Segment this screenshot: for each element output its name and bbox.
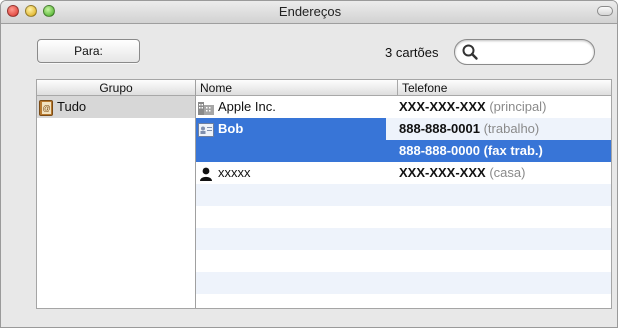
contact-name: Apple Inc.: [218, 99, 276, 114]
contact-phone-cell: XXX-XXX-XXX (casa): [399, 162, 525, 184]
contact-phone-cell: XXX-XXX-XXX (principal): [399, 96, 546, 118]
table-row-empty: [196, 206, 611, 228]
group-item-all[interactable]: @ Tudo: [37, 96, 195, 118]
address-book-window: Endereços Para: 3 cartões Grupo Nome Tel…: [0, 0, 618, 328]
table-row-empty: [196, 184, 611, 206]
phone-label: (principal): [489, 99, 547, 114]
column-header-name[interactable]: Nome: [196, 80, 398, 96]
table-row-empty: [196, 272, 611, 294]
building-icon: [198, 101, 214, 115]
phone-number: 888-888-0000: [399, 143, 480, 158]
contact-name-cell: xxxxx: [198, 162, 388, 184]
toolbar-toggle-icon[interactable]: [597, 6, 613, 16]
contact-name: xxxxx: [218, 165, 251, 180]
phone-label: (casa): [489, 165, 526, 180]
contacts-panel: Grupo Nome Telefone @ Tudo Apple Inc. XX…: [36, 79, 612, 309]
contact-card-icon: [198, 122, 214, 137]
table-row[interactable]: Apple Inc. XXX-XXX-XXX (principal): [196, 96, 611, 118]
search-icon: [462, 44, 478, 60]
group-list: @ Tudo: [37, 96, 195, 308]
to-button[interactable]: Para:: [37, 39, 140, 63]
contact-name-cell: Apple Inc.: [198, 96, 388, 118]
person-icon: [200, 167, 212, 181]
svg-text:@: @: [42, 104, 50, 113]
table-row-empty: [196, 294, 611, 308]
phone-number: 888-888-0001: [399, 121, 480, 136]
phone-number: XXX-XXX-XXX: [399, 165, 486, 180]
phone-label: (trabalho): [483, 121, 540, 136]
window-title: Endereços: [278, 4, 342, 19]
card-count: 3 cartões: [385, 45, 439, 60]
contact-name: Bob: [218, 121, 244, 136]
address-book-icon: @: [39, 99, 53, 116]
contact-phone-cell: 888-888-0001 (trabalho): [399, 118, 539, 140]
table-row[interactable]: xxxxx XXX-XXX-XXX (casa): [196, 162, 611, 184]
title-bar[interactable]: Endereços: [1, 1, 617, 24]
group-label: Tudo: [57, 99, 87, 114]
phone-label: (fax trab.): [483, 143, 543, 158]
table-row-selected[interactable]: Bob 888-888-0001 (trabalho): [196, 118, 611, 140]
table-row-selected-phone[interactable]: 888-888-0000 (fax trab.): [196, 140, 611, 162]
phone-number: XXX-XXX-XXX: [399, 99, 486, 114]
table-row-empty: [196, 250, 611, 272]
search-input[interactable]: [481, 43, 587, 61]
table-row-empty: [196, 228, 611, 250]
column-header-phone[interactable]: Telefone: [398, 80, 611, 96]
contact-list: Apple Inc. XXX-XXX-XXX (principal) Bob 8…: [196, 96, 611, 308]
contact-name-cell: Bob: [198, 118, 388, 140]
contact-phone-cell: 888-888-0000 (fax trab.): [399, 140, 543, 162]
search-field[interactable]: [454, 39, 595, 65]
column-header-group[interactable]: Grupo: [37, 80, 195, 96]
